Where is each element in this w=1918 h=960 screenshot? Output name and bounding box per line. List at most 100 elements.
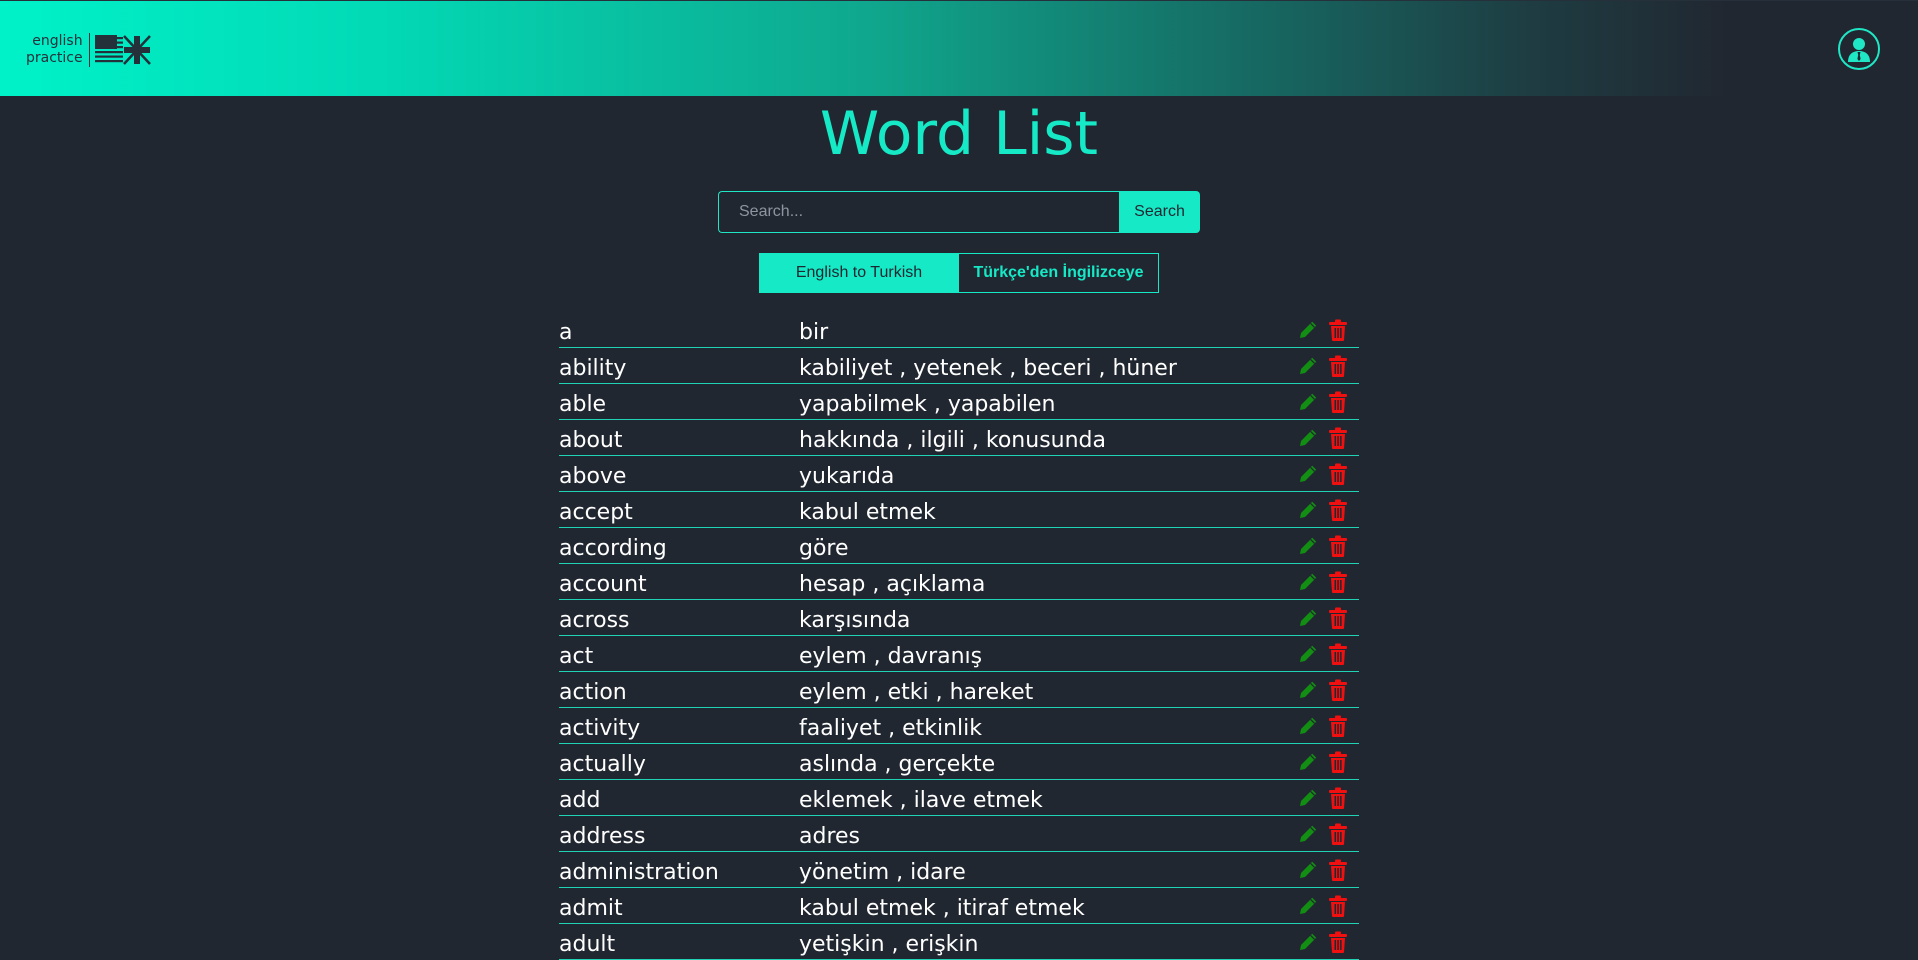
word-english: ability [559, 356, 627, 381]
word-english: able [559, 392, 607, 417]
edit-pencil-icon[interactable] [1298, 607, 1318, 629]
word-turkish: karşısında [799, 608, 911, 633]
top-header: english practice [0, 0, 1918, 96]
word-row: able yapabilmek , yapabilen [559, 384, 1359, 420]
edit-pencil-icon[interactable] [1298, 571, 1318, 593]
search-bar: Search [718, 191, 1200, 233]
delete-trash-icon[interactable] [1328, 607, 1348, 629]
word-english: adult [559, 932, 616, 957]
delete-trash-icon[interactable] [1328, 319, 1348, 341]
profile-button[interactable] [1838, 28, 1880, 70]
word-turkish: kabul etmek [799, 500, 936, 525]
row-actions [1298, 715, 1348, 737]
row-actions [1298, 787, 1348, 809]
delete-trash-icon[interactable] [1328, 751, 1348, 773]
delete-trash-icon[interactable] [1328, 427, 1348, 449]
word-english: accept [559, 500, 633, 525]
edit-pencil-icon[interactable] [1298, 823, 1318, 845]
delete-trash-icon[interactable] [1328, 643, 1348, 665]
user-avatar-icon [1848, 38, 1870, 62]
search-button[interactable]: Search [1119, 191, 1200, 233]
word-turkish: hakkında , ilgili , konusunda [799, 428, 1106, 453]
edit-pencil-icon[interactable] [1298, 643, 1318, 665]
word-row: account hesap , açıklama [559, 564, 1359, 600]
search-input[interactable] [718, 191, 1119, 233]
edit-pencil-icon[interactable] [1298, 463, 1318, 485]
word-english: admit [559, 896, 623, 921]
word-english: action [559, 680, 627, 705]
edit-pencil-icon[interactable] [1298, 895, 1318, 917]
word-turkish: eylem , etki , hareket [799, 680, 1034, 705]
word-turkish: aslında , gerçekte [799, 752, 996, 777]
word-english: add [559, 788, 601, 813]
edit-pencil-icon[interactable] [1298, 355, 1318, 377]
word-english: actually [559, 752, 646, 777]
us-uk-flag-icon [94, 35, 151, 65]
word-turkish: eylem , davranış [799, 644, 983, 669]
delete-trash-icon[interactable] [1328, 463, 1348, 485]
word-row: adult yetişkin , erişkin [559, 924, 1359, 960]
logo-text: english practice [26, 33, 90, 67]
edit-pencil-icon[interactable] [1298, 427, 1318, 449]
word-row: address adres [559, 816, 1359, 852]
row-actions [1298, 643, 1348, 665]
edit-pencil-icon[interactable] [1298, 391, 1318, 413]
edit-pencil-icon[interactable] [1298, 931, 1318, 953]
app-logo[interactable]: english practice [26, 33, 151, 67]
word-turkish: yukarıda [799, 464, 895, 489]
word-english: act [559, 644, 594, 669]
delete-trash-icon[interactable] [1328, 823, 1348, 845]
word-english: account [559, 572, 647, 597]
word-turkish: eklemek , ilave etmek [799, 788, 1043, 813]
row-actions [1298, 859, 1348, 881]
edit-pencil-icon[interactable] [1298, 787, 1318, 809]
row-actions [1298, 895, 1348, 917]
delete-trash-icon[interactable] [1328, 931, 1348, 953]
word-list: a bir ability kabiliyet , yetenek , beceri … [559, 312, 1359, 960]
delete-trash-icon[interactable] [1328, 355, 1348, 377]
english-to-turkish-button[interactable]: English to Turkish [759, 253, 959, 293]
word-row: a bir [559, 312, 1359, 348]
word-turkish: yetişkin , erişkin [799, 932, 979, 957]
row-actions [1298, 607, 1348, 629]
row-actions [1298, 931, 1348, 953]
edit-pencil-icon[interactable] [1298, 751, 1318, 773]
word-turkish: yönetim , idare [799, 860, 966, 885]
edit-pencil-icon[interactable] [1298, 679, 1318, 701]
word-row: above yukarıda [559, 456, 1359, 492]
delete-trash-icon[interactable] [1328, 679, 1348, 701]
delete-trash-icon[interactable] [1328, 715, 1348, 737]
word-turkish: göre [799, 536, 849, 561]
delete-trash-icon[interactable] [1328, 787, 1348, 809]
edit-pencil-icon[interactable] [1298, 535, 1318, 557]
row-actions [1298, 391, 1348, 413]
delete-trash-icon[interactable] [1328, 499, 1348, 521]
edit-pencil-icon[interactable] [1298, 499, 1318, 521]
logo-line-2: practice [26, 50, 83, 66]
row-actions [1298, 355, 1348, 377]
delete-trash-icon[interactable] [1328, 391, 1348, 413]
turkish-to-english-button[interactable]: Türkçe'den İngilizceye [959, 253, 1159, 293]
delete-trash-icon[interactable] [1328, 535, 1348, 557]
delete-trash-icon[interactable] [1328, 859, 1348, 881]
row-actions [1298, 751, 1348, 773]
logo-line-1: english [32, 33, 83, 49]
word-english: a [559, 320, 573, 345]
row-actions [1298, 535, 1348, 557]
word-row: action eylem , etki , hareket [559, 672, 1359, 708]
edit-pencil-icon[interactable] [1298, 859, 1318, 881]
edit-pencil-icon[interactable] [1298, 319, 1318, 341]
word-turkish: bir [799, 320, 829, 345]
word-row: act eylem , davranış [559, 636, 1359, 672]
word-english: above [559, 464, 627, 489]
word-english: according [559, 536, 667, 561]
word-english: activity [559, 716, 641, 741]
word-turkish: hesap , açıklama [799, 572, 986, 597]
word-turkish: kabiliyet , yetenek , beceri , hüner [799, 356, 1177, 381]
row-actions [1298, 499, 1348, 521]
word-english: administration [559, 860, 719, 885]
word-row: add eklemek , ilave etmek [559, 780, 1359, 816]
edit-pencil-icon[interactable] [1298, 715, 1318, 737]
delete-trash-icon[interactable] [1328, 895, 1348, 917]
delete-trash-icon[interactable] [1328, 571, 1348, 593]
